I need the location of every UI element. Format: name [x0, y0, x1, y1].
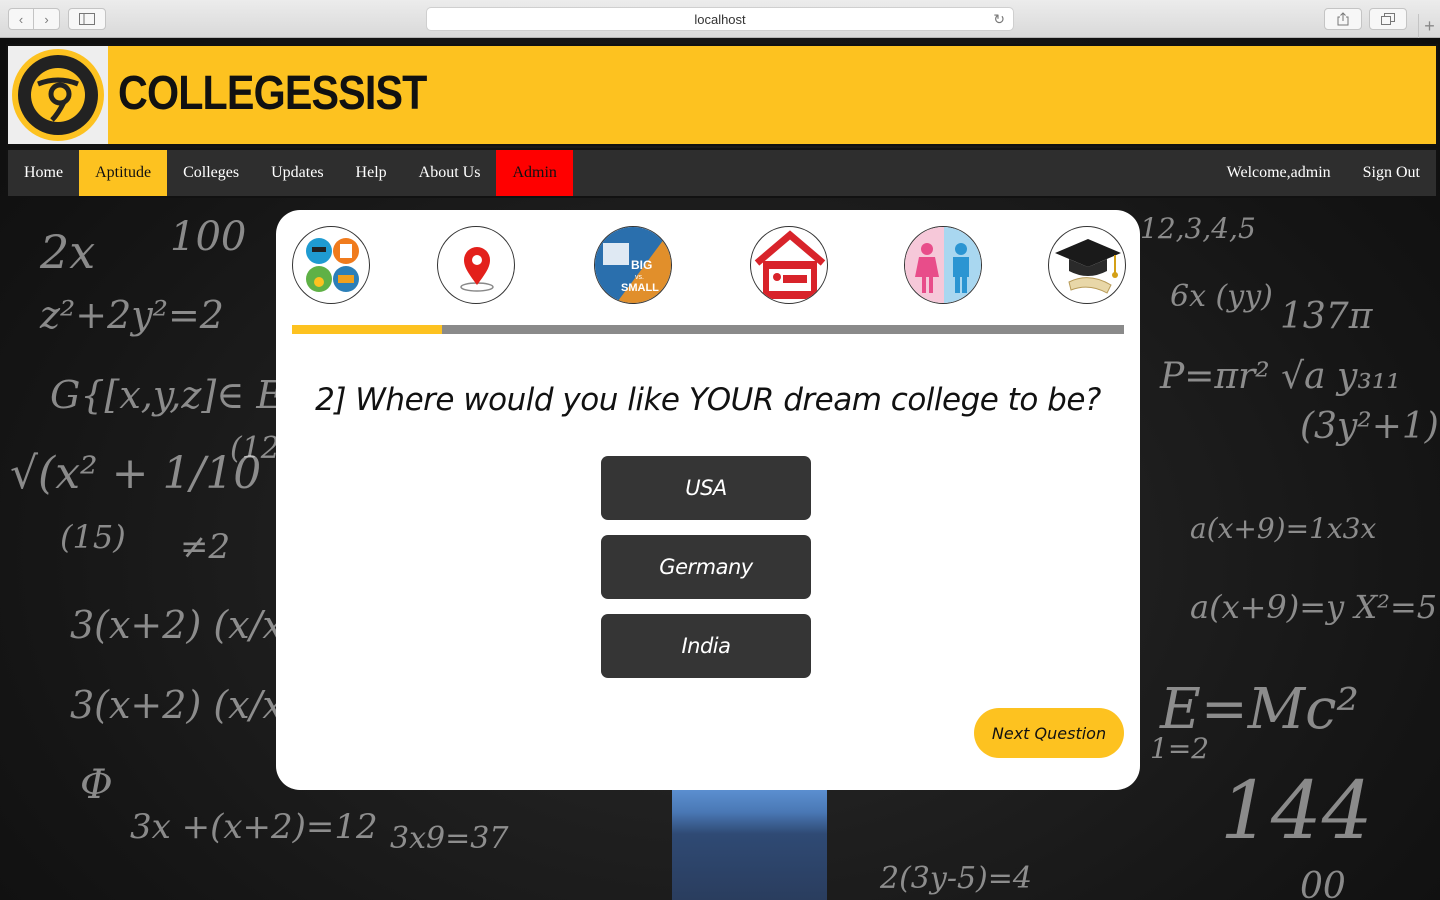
nav-colleges[interactable]: Colleges — [167, 150, 255, 196]
svg-text:P=πr² √a y₃₁₁: P=πr² √a y₃₁₁ — [1159, 356, 1401, 397]
option-usa[interactable]: USA — [601, 456, 811, 520]
step-badge-small: SMALL — [621, 282, 659, 294]
step-accommodation[interactable] — [750, 226, 828, 304]
back-button[interactable]: ‹ — [8, 8, 34, 30]
svg-text:2x: 2x — [39, 225, 95, 279]
svg-text:G{[x,y,z]∈ E: G{[x,y,z]∈ E — [50, 373, 284, 417]
quiz-card: BIG vs. SMALL 2] Where would you like YO… — [276, 210, 1140, 790]
chevron-right-icon: › — [44, 11, 49, 27]
nav-help[interactable]: Help — [340, 150, 403, 196]
reload-icon[interactable]: ↻ — [993, 11, 1005, 28]
tabs-icon — [1381, 13, 1395, 25]
location-pin-icon — [460, 247, 494, 292]
svg-text:144: 144 — [1220, 764, 1373, 857]
main-navbar: Home Aptitude Colleges Updates Help Abou… — [6, 148, 1438, 198]
page-background: 2x 100 z²+2y²=2 G{[x,y,z]∈ E √(x² + 1/10… — [0, 38, 1440, 900]
brand-title: COLLEGESSIST — [118, 67, 427, 120]
share-button[interactable] — [1324, 8, 1362, 30]
welcome-user-link[interactable]: Welcome,admin — [1211, 150, 1347, 196]
svg-text:1=2: 1=2 — [1150, 732, 1209, 765]
svg-text:00: 00 — [1300, 866, 1346, 900]
browser-toolbar: ‹ › localhost ↻ + — [0, 0, 1440, 38]
svg-text:a(x+9)=y X²=5: a(x+9)=y X²=5 — [1190, 588, 1437, 626]
forward-button[interactable]: › — [34, 8, 60, 30]
option-germany[interactable]: Germany — [601, 535, 811, 599]
nav-user-area: Welcome,admin Sign Out — [1211, 150, 1436, 196]
quiz-progress-bar — [292, 325, 1124, 334]
sidebar-toggle-button[interactable] — [68, 8, 106, 30]
svg-text:3x +(x+2)=12: 3x +(x+2)=12 — [130, 807, 378, 847]
nav-admin[interactable]: Admin — [496, 150, 573, 196]
tab-overview-button[interactable] — [1369, 8, 1407, 30]
gender-icon — [905, 227, 981, 303]
step-big-vs-small[interactable]: BIG vs. SMALL — [594, 226, 672, 304]
step-gender[interactable] — [904, 226, 982, 304]
new-tab-button[interactable]: + — [1418, 14, 1440, 38]
collegessist-logo-icon — [12, 49, 104, 141]
nav-updates[interactable]: Updates — [255, 150, 339, 196]
sign-out-link[interactable]: Sign Out — [1347, 150, 1436, 196]
nav-about-us[interactable]: About Us — [403, 150, 497, 196]
courses-icon — [306, 238, 359, 292]
svg-text:6x (yy): 6x (yy) — [1170, 279, 1273, 314]
step-badge-big: BIG — [631, 258, 652, 272]
chevron-left-icon: ‹ — [18, 11, 24, 27]
sidebar-icon — [79, 13, 95, 25]
graduation-icon — [1055, 239, 1121, 294]
step-location[interactable] — [437, 226, 515, 304]
share-icon — [1337, 12, 1349, 26]
big-vs-small-icon: BIG vs. SMALL — [595, 227, 671, 303]
svg-text:Φ: Φ — [80, 762, 113, 808]
svg-text:(3y²+1)(: (3y²+1)( — [1300, 406, 1440, 447]
step-courses[interactable] — [292, 226, 370, 304]
site-header: COLLEGESSIST — [6, 44, 1438, 146]
nav-aptitude[interactable]: Aptitude — [79, 150, 168, 196]
svg-text:√(x² + 1/10: √(x² + 1/10 — [10, 448, 261, 499]
step-graduation[interactable] — [1048, 226, 1126, 304]
svg-text:≠2: ≠2 — [180, 527, 230, 567]
next-question-button[interactable]: Next Question — [974, 708, 1124, 758]
url-text: localhost — [694, 11, 746, 27]
logo[interactable] — [8, 46, 108, 144]
history-buttons: ‹ › — [8, 8, 60, 30]
svg-text:2(3y-5)=4: 2(3y-5)=4 — [879, 861, 1032, 896]
svg-text:3x9=37: 3x9=37 — [390, 821, 509, 856]
plus-icon: + — [1424, 15, 1435, 36]
svg-text:100: 100 — [170, 214, 246, 260]
svg-text:a(x+9)=1x3x: a(x+9)=1x3x — [1190, 512, 1376, 545]
option-india[interactable]: India — [601, 614, 811, 678]
svg-text:(15): (15) — [60, 518, 126, 556]
nav-home[interactable]: Home — [8, 150, 79, 196]
step-badge-vs: vs. — [635, 274, 644, 281]
accommodation-bed-icon — [754, 230, 826, 299]
quiz-question: 2] Where would you like YOUR dream colle… — [315, 382, 1101, 418]
address-bar[interactable]: localhost ↻ — [426, 7, 1014, 31]
quiz-progress-fill — [292, 325, 442, 334]
svg-text:137π: 137π — [1280, 296, 1374, 337]
svg-text:z²+2y²=2: z²+2y²=2 — [39, 293, 224, 337]
svg-text:12,3,4,5: 12,3,4,5 — [1140, 212, 1256, 245]
student-figure — [672, 790, 827, 900]
